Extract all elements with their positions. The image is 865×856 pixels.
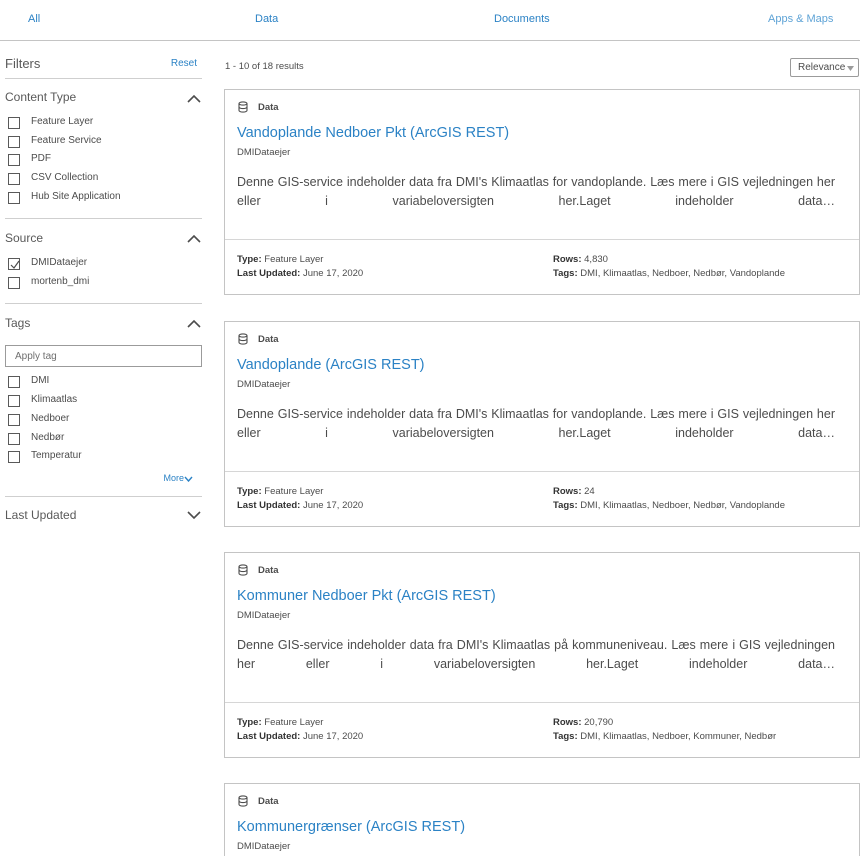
- card-divider: [225, 702, 859, 703]
- checkbox[interactable]: [8, 117, 20, 129]
- result-tags-meta: Tags: DMI, Klimaatlas, Nedboer, Nedbør, …: [553, 500, 785, 511]
- result-description: Denne GIS-service indeholder data fra DM…: [237, 175, 835, 208]
- tab-apps-maps[interactable]: Apps & Maps: [768, 13, 833, 25]
- result-tags-meta: Tags: DMI, Klimaatlas, Nedboer, Nedbør, …: [553, 268, 785, 279]
- tab-data[interactable]: Data: [255, 13, 278, 25]
- filter-option-label: DMI: [31, 375, 50, 386]
- result-card: Data Kommunergrænser (ArcGIS REST) DMIDa…: [224, 783, 860, 856]
- result-card: Data Vandoplande (ArcGIS REST) DMIDataej…: [224, 321, 860, 527]
- database-icon: [238, 333, 248, 345]
- chevron-down-icon[interactable]: [187, 510, 201, 520]
- result-title-link[interactable]: Vandoplande (ArcGIS REST): [237, 357, 425, 373]
- filter-option-label: Nedbør: [31, 432, 65, 443]
- chevron-up-icon[interactable]: [187, 94, 201, 104]
- filter-option-label: CSV Collection: [31, 172, 99, 183]
- filter-option-label: Temperatur: [31, 450, 82, 461]
- result-type-meta: Type: Feature Layer: [237, 254, 324, 265]
- checkbox-checked[interactable]: [8, 258, 20, 270]
- result-updated-meta: Last Updated: June 17, 2020: [237, 731, 364, 742]
- result-updated-meta: Last Updated: June 17, 2020: [237, 268, 364, 279]
- checkbox[interactable]: [8, 451, 20, 463]
- result-type-label: Data: [258, 796, 279, 807]
- result-type-meta: Type: Feature Layer: [237, 486, 324, 497]
- result-card: Data Vandoplande Nedboer Pkt (ArcGIS RES…: [224, 89, 860, 295]
- filter-option-label: Feature Layer: [31, 116, 94, 127]
- content-tabs: All Data Documents Apps & Maps: [0, 0, 860, 41]
- result-owner: DMIDataejer: [237, 610, 291, 621]
- result-title-link[interactable]: Kommunergrænser (ArcGIS REST): [237, 819, 465, 835]
- filters-title: Filters: [5, 56, 41, 71]
- result-type-label: Data: [258, 334, 279, 345]
- result-rows-meta: Rows: 20,790: [553, 717, 614, 728]
- database-icon: [238, 564, 248, 576]
- result-card: Data Kommuner Nedboer Pkt (ArcGIS REST) …: [224, 552, 860, 758]
- result-rows-meta: Rows: 4,830: [553, 254, 608, 265]
- apply-tag-input[interactable]: [5, 345, 202, 367]
- result-owner: DMIDataejer: [237, 379, 291, 390]
- checkbox[interactable]: [8, 433, 20, 445]
- result-owner: DMIDataejer: [237, 841, 291, 852]
- tab-documents[interactable]: Documents: [494, 13, 550, 25]
- result-type-meta: Type: Feature Layer: [237, 717, 324, 728]
- content-type-title: Content Type: [5, 90, 77, 104]
- database-icon: [238, 795, 248, 807]
- chevron-up-icon[interactable]: [187, 319, 201, 329]
- filter-option-label: Klimaatlas: [31, 394, 78, 405]
- filter-option-label: Feature Service: [31, 135, 102, 146]
- result-owner: DMIDataejer: [237, 147, 291, 158]
- filters-header: Filters Reset: [5, 50, 202, 79]
- checkbox[interactable]: [8, 136, 20, 148]
- card-divider: [225, 239, 859, 240]
- checkbox[interactable]: [8, 414, 20, 426]
- checkbox[interactable]: [8, 173, 20, 185]
- tab-all[interactable]: All: [28, 13, 40, 25]
- sort-select[interactable]: Relevance: [790, 58, 859, 77]
- source-filter: Source DMIDataejer mortenb_dmi: [5, 219, 202, 304]
- checkmark-icon: [10, 260, 20, 269]
- content-type-filter: Content Type Feature Layer Feature Servi…: [5, 79, 202, 219]
- filter-option-label: PDF: [31, 153, 51, 164]
- chevron-up-icon[interactable]: [187, 234, 201, 244]
- filter-option-label: DMIDataejer: [31, 257, 88, 268]
- more-tags-link[interactable]: More: [163, 473, 193, 483]
- filter-option-label: Nedboer: [31, 413, 70, 424]
- result-description: Denne GIS-service indeholder data fra DM…: [237, 407, 835, 440]
- checkbox[interactable]: [8, 376, 20, 388]
- result-title-link[interactable]: Vandoplande Nedboer Pkt (ArcGIS REST): [237, 125, 509, 141]
- database-icon: [238, 101, 248, 113]
- chevron-down-icon: [184, 476, 193, 482]
- last-updated-filter: Last Updated: [5, 497, 202, 537]
- filter-option-label: Hub Site Application: [31, 191, 121, 202]
- result-description: Denne GIS-service indeholder data fra DM…: [237, 638, 835, 671]
- card-divider: [225, 471, 859, 472]
- result-rows-meta: Rows: 24: [553, 486, 595, 497]
- result-updated-meta: Last Updated: June 17, 2020: [237, 500, 364, 511]
- filter-option-label: mortenb_dmi: [31, 276, 90, 287]
- result-type-label: Data: [258, 565, 279, 576]
- result-type-label: Data: [258, 102, 279, 113]
- last-updated-title: Last Updated: [5, 508, 77, 522]
- filters-sidebar: Filters Reset Content Type Feature Layer…: [5, 50, 202, 537]
- checkbox[interactable]: [8, 154, 20, 166]
- tags-title: Tags: [5, 316, 31, 330]
- result-tags-meta: Tags: DMI, Klimaatlas, Nedboer, Kommuner…: [553, 731, 777, 742]
- checkbox[interactable]: [8, 395, 20, 407]
- tags-filter: Tags DMI Klimaatlas Nedboer Nedbør Tempe…: [5, 304, 202, 497]
- more-label: More: [163, 473, 184, 483]
- caret-down-icon: [847, 66, 854, 71]
- result-title-link[interactable]: Kommuner Nedboer Pkt (ArcGIS REST): [237, 588, 496, 604]
- checkbox[interactable]: [8, 192, 20, 204]
- checkbox[interactable]: [8, 277, 20, 289]
- reset-filters-link[interactable]: Reset: [171, 58, 197, 69]
- results-count: 1 - 10 of 18 results: [225, 61, 304, 72]
- sort-selected-value: Relevance: [798, 62, 846, 73]
- source-title: Source: [5, 231, 44, 245]
